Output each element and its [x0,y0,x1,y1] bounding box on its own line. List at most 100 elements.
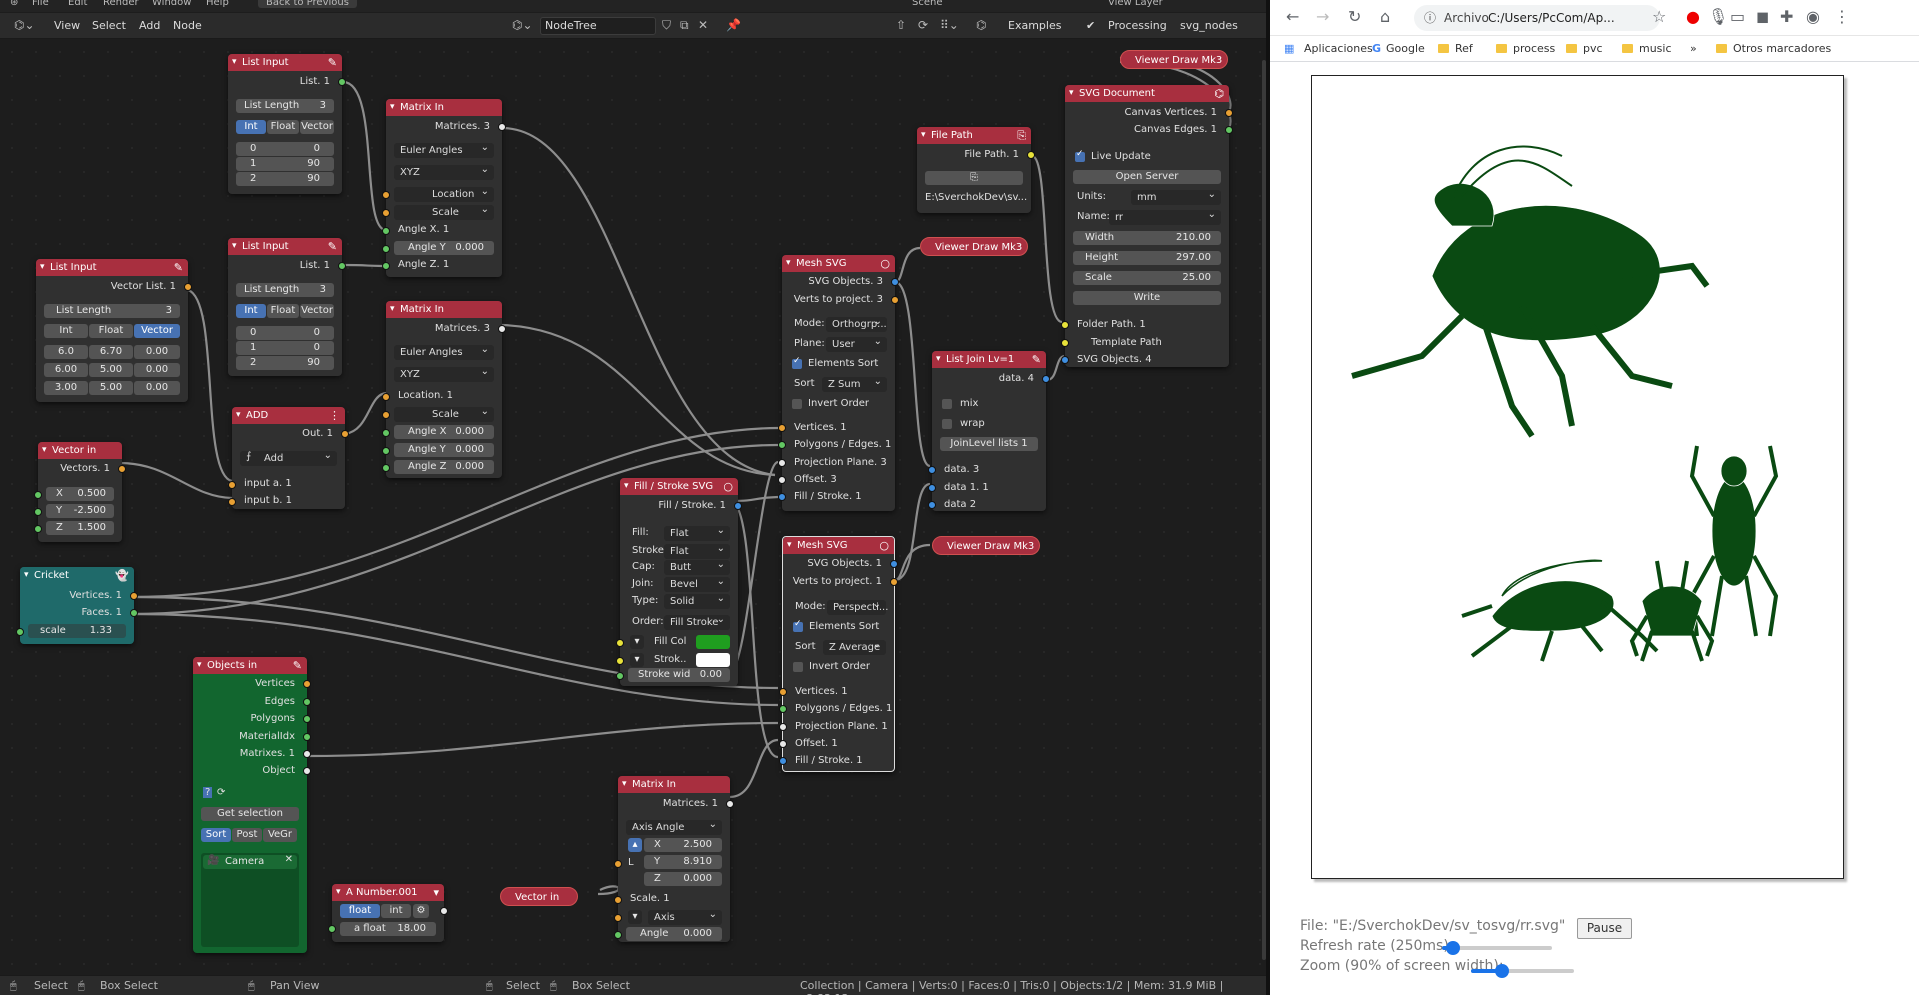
menu-add[interactable]: Add [139,18,160,34]
order-dropdown[interactable]: Fill Stroke [664,612,730,630]
elements-sort-checkbox[interactable] [793,619,803,632]
mix-checkbox[interactable] [942,399,952,409]
output-socket[interactable] [303,715,311,723]
home-icon[interactable]: ⌂ [1380,8,1390,26]
back-to-previous-button[interactable]: Back to Previous [258,0,357,8]
vegr-toggle[interactable]: VeGr [263,828,297,842]
type-vector-button[interactable]: Vector [300,120,334,134]
type-float-button[interactable]: Float [89,324,133,338]
node-header[interactable]: Fill / Stroke SVG ○ [620,478,738,495]
pause-button[interactable]: Pause [1577,918,1632,939]
dropdown-arrow-icon[interactable]: ▾ [433,884,439,901]
bookmark-music[interactable]: music [1622,41,1672,57]
list-length-field[interactable]: List Length 3 [236,283,334,297]
output-socket[interactable] [303,750,311,758]
expand-toggle[interactable]: ▾ [630,653,644,667]
node-header[interactable]: Matrix In [386,99,502,116]
browse-file-button[interactable]: ⎘ [925,171,1023,185]
output-socket[interactable] [1225,109,1233,117]
output-socket[interactable] [1027,151,1035,159]
y-field[interactable]: Y 8.910 [644,855,722,869]
node-header[interactable]: File Path ⎘ [917,127,1031,144]
node-header[interactable]: Objects in ✎ [193,657,307,674]
extensions-puzzle-icon[interactable]: ✚ [1780,8,1793,26]
duplicate-icon[interactable]: ⧉ [680,17,689,33]
input-socket[interactable] [1061,339,1069,347]
type-dropdown[interactable]: Solid [664,591,730,609]
int-toggle[interactable]: int [381,904,411,918]
node-vector-in-collapsed[interactable]: Vector in [500,887,578,906]
z-field[interactable]: Z 0.000 [644,872,722,886]
menu-help[interactable]: Help [206,0,229,8]
bookmark-star-icon[interactable]: ☆ [1652,8,1666,26]
input-socket[interactable] [382,411,390,419]
output-socket[interactable] [891,296,899,304]
node-objects-in[interactable]: Objects in ✎ Vertices Edges Polygons Mate… [193,657,311,953]
output-socket[interactable] [1042,375,1050,383]
x-field[interactable]: X 2.500 [644,838,722,852]
node-list-join[interactable]: List Join Lv=1 ✎ data. 4 mix wrap JoinLev… [928,351,1050,511]
output-socket[interactable] [303,733,311,741]
get-selection-button[interactable]: Get selection [201,807,299,821]
units-dropdown[interactable]: mm [1131,187,1221,205]
wrap-checkbox[interactable] [942,419,952,429]
output-socket[interactable] [341,430,349,438]
node-add[interactable]: ADD ⋮ Out. 1 Add ⨍ input a. 1 input b. 1 [228,407,349,509]
menu-file[interactable]: File [32,0,49,8]
plane-dropdown[interactable]: User [826,334,887,352]
angle-field[interactable]: Angle 0.000 [626,927,722,941]
node-header[interactable]: List Input ✎ [228,54,342,71]
menu-icon[interactable]: ⋮ [1834,8,1850,26]
zoom-slider[interactable] [1471,964,1574,978]
sort-dropdown[interactable]: Z Sum [822,374,887,392]
input-socket[interactable] [16,628,24,636]
help-icon[interactable]: ? [203,787,213,798]
settings-icon[interactable]: ⚙ [413,904,429,918]
order-dropdown[interactable]: XYZ [394,162,494,180]
scale-field[interactable]: scale 1.33 [28,624,126,638]
node-header[interactable]: List Input ✎ [36,259,188,276]
fill-dropdown[interactable]: Flat [664,523,730,541]
list-row[interactable]: 1 90 [236,157,334,171]
output-socket[interactable] [338,262,346,270]
mode-dropdown[interactable]: Perspecti... [827,597,888,615]
node-header[interactable]: Mesh SVG ○ [783,537,894,554]
reload-icon[interactable]: ↻ [1348,8,1361,26]
forward-icon[interactable]: → [1316,8,1329,26]
node-header[interactable]: Vector in [38,442,122,459]
input-socket[interactable] [34,491,42,499]
input-socket[interactable] [382,464,390,472]
blender-logo-icon[interactable]: ⊛ [10,0,18,8]
list-row[interactable]: 2 90 [236,172,334,186]
fake-user-shield-icon[interactable]: ⛉ [662,17,671,33]
width-field[interactable]: Width 210.00 [1073,231,1221,245]
menu-dots-icon[interactable]: ⋮ [329,407,340,424]
node-cricket[interactable]: Cricket 👻 Vertices. 1 Faces. 1 scale 1.33 [16,567,138,644]
vector-y-field[interactable]: 5.00 [89,381,133,395]
invert-order-checkbox[interactable] [792,399,802,409]
list-length-field[interactable]: List Length 3 [236,99,334,113]
list-row[interactable]: 00 [236,142,334,156]
remove-icon[interactable]: ✕ [285,854,293,865]
angle-z-field[interactable]: Angle Z 0.000 [394,460,494,474]
node-viewer-draw-2[interactable]: Viewer Draw Mk3 [920,237,1028,256]
collapse-toggle[interactable]: ▴ [628,838,642,852]
editor-type-icon[interactable]: ⌬⌄ [14,17,35,33]
output-socket[interactable] [303,680,311,688]
node-header[interactable]: Cricket 👻 [20,567,134,584]
node-viewer-draw-1[interactable]: Viewer Draw Mk3 [1120,50,1228,69]
list-row[interactable]: 10 [236,341,334,355]
input-socket[interactable] [382,191,390,199]
join-dropdown[interactable]: Bevel [664,574,730,592]
node-header[interactable]: List Join Lv=1 ✎ [932,351,1046,368]
pin-icon[interactable]: 📌 [726,17,741,33]
output-socket[interactable] [498,325,506,333]
sort-dropdown[interactable]: Z Average [823,637,886,655]
node-viewer-draw-3[interactable]: Viewer Draw Mk3 [932,536,1040,555]
input-socket[interactable] [616,657,624,665]
node-svg-document[interactable]: SVG Document ⌬ Canvas Vertices. 1 Canvas … [1061,85,1233,367]
output-socket[interactable] [498,123,506,131]
mode-dropdown[interactable]: Euler Angles [394,140,494,158]
z-field[interactable]: Z 1.500 [46,521,114,535]
float-value-field[interactable]: a float 18.00 [340,922,436,936]
